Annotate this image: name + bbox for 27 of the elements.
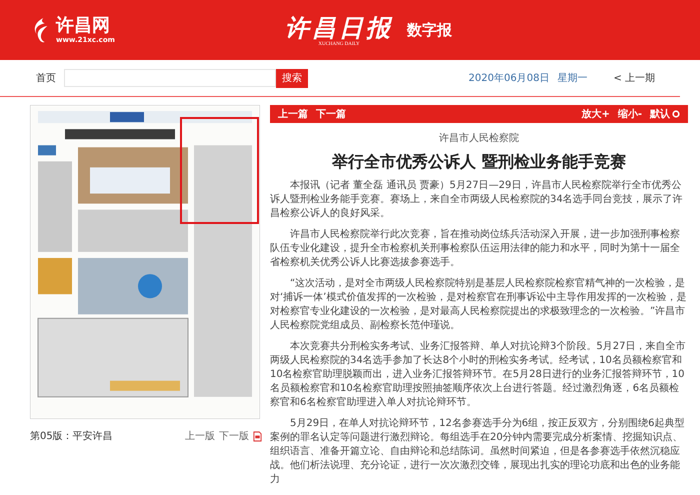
article-paragraph: 5月29日，在单人对抗论辩环节，12名参赛选手分为6组，按正反双方，分别围绕6起典型案例的罪名认定等问题进行激烈辩论。每组选手在20分钟内需要完成分析案情、挖掘知识点、组织语言、准备开篇立论、自由辩论和总结陈词。虽然时间紧迫，但是各参赛选手依然沉稳应战。他们析法说理、充分论证，进行一次次激烈交锋，展现出扎实的理论功底和出色的业务能力: [270, 417, 686, 487]
site-name[interactable]: 许昌网: [56, 16, 115, 36]
weekday: 星期一: [557, 72, 588, 85]
search-button[interactable]: 搜索: [276, 68, 308, 88]
zoom-in-link[interactable]: 放大+: [581, 107, 610, 121]
article-paragraph: “这次活动，是对全市两级人民检察院特别是基层人民检察院检察官精气神的一次检验，是对‘捕诉一体’模式价值发挥的一次检验，是对检察官在刑事诉讼中主导作用发挥的一次检验，是对检察官专业化建设的一次检验，是对最高人民检察院提出的求极致理念的一次检验。”许昌市人民检察院党组成员、副检察长范仲瑾说。: [270, 277, 688, 333]
home-link[interactable]: 首页: [36, 71, 56, 85]
article-paragraph: 本次竞赛共分刑检实务考试、业务汇报答辩、单人对抗论辩3个阶段。5月27日，来自全市两级人民检察院的34名选手参加了长达8个小时的刑检实务考试。经考试，10名员额检察官和10名检察官助理脱颖而出，进入业务汇报答辩环节。在5月28日进行的业务汇报答辩环节，10名员额检察官和10名检察官助理按照抽签顺序依次上台进行答题。经过激烈角逐，6名员额检察官和6名检察官助理进入单人对抗论辩环节。: [270, 340, 686, 410]
digital-label: 数字报: [407, 20, 452, 40]
issue-date: 2020年06月08日: [468, 72, 550, 85]
zoom-out-link[interactable]: 缩小-: [618, 107, 642, 121]
next-page-link[interactable]: 下一版: [219, 429, 249, 443]
edition-label: 第05版：平安许昌: [30, 430, 113, 443]
reset-zoom-link[interactable]: 默认: [650, 107, 670, 121]
article-paragraph: 本报讯（记者 董全磊 通讯员 贾豪）5月27日—29日，许昌市人民检察院举行全市优秀公诉人暨刑检业务能手竞赛。赛场上，来自全市两级人民检察院的34名选手同台竞技，展示了许昌检察公诉人的良好风采。: [270, 179, 684, 221]
search-field[interactable]: [64, 69, 276, 87]
previous-page-link[interactable]: 上一版: [185, 429, 215, 443]
paper-title: 许昌日报: [285, 14, 393, 42]
pdf-icon[interactable]: [253, 430, 262, 442]
next-article-link[interactable]: 下一篇: [316, 107, 346, 121]
previous-article-link[interactable]: 上一篇: [278, 107, 308, 121]
article-source: 许昌市人民检察院: [438, 132, 520, 145]
circle-icon[interactable]: [672, 110, 680, 118]
article-paragraph: 许昌市人民检察院举行此次竞赛，旨在推动岗位练兵活动深入开展，进一步加强刑事检察队伍专业化建设，提升全市检察机关刑事检察队伍运用法律的能力和水平，同时为第十一届全省检察机关优秀公诉人比赛选拔参赛选手。: [270, 228, 681, 270]
previous-issue-link[interactable]: < 上一期: [613, 71, 655, 85]
article-highlight-frame[interactable]: [180, 117, 259, 224]
article-title: 举行全市优秀公诉人 暨刑检业务能手竞赛: [330, 151, 627, 173]
